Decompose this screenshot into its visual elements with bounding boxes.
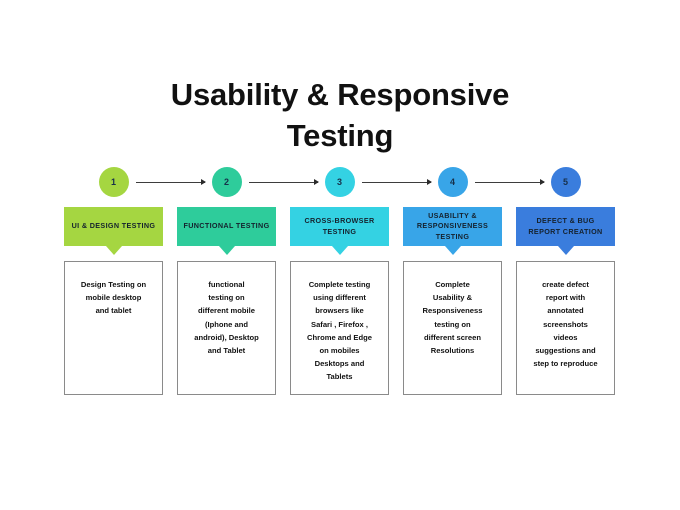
step-content-text: Design Testing on mobile desktop and tab… [80,280,147,316]
step-content-text: Complete Usability & Responsiveness test… [422,280,483,356]
arrow-head-icon [426,179,432,185]
step-number-4: 4 [437,167,468,197]
step-number-label: 4 [449,177,455,187]
step-header-2: FUNCTIONAL TESTING [177,207,276,255]
step-header-4: USABILITY & RESPONSIVENESS TESTING [403,207,502,255]
arrow-shaft [474,181,544,183]
banner-pointer-icon [218,246,235,255]
step-content-box-4: Complete Usability & Responsiveness test… [403,261,502,395]
arrow-shaft [248,181,318,183]
step-number-row: 1 2 3 4 5 [64,167,616,201]
arrow-2-to-3 [248,179,319,185]
step-number-label: 2 [223,177,229,187]
banner-pointer-icon [105,246,122,255]
arrow-shaft [361,181,431,183]
arrow-shaft [135,181,205,183]
step-number-2: 2 [211,167,242,197]
step-number-label: 5 [562,177,568,187]
diagram-canvas: Usability & Responsive Testing 1 2 3 4 5 UI … [0,0,680,510]
banner-pointer-icon [331,246,348,255]
step-content-box-2: functional testing on different mobile (… [177,261,276,395]
step-number-1: 1 [98,167,129,197]
step-header-label: CROSS-BROWSER TESTING [304,216,375,236]
banner-pointer-icon [557,246,574,255]
step-number-label: 3 [336,177,342,187]
step-header-5: DEFECT & BUG REPORT CREATION [516,207,615,255]
step-header-label: UI & DESIGN TESTING [71,221,156,231]
step-content-text: functional testing on different mobile (… [194,280,259,356]
step-header-label: USABILITY & RESPONSIVENESS TESTING [416,210,489,241]
step-number-3: 3 [324,167,355,197]
arrow-head-icon [200,179,206,185]
page-title: Usability & Responsive Testing [170,77,510,153]
step-number-5: 5 [550,167,581,197]
step-content-text: create defect report with annotated scre… [533,280,598,369]
step-number-label: 1 [110,177,116,187]
step-content-box-3: Complete testing using different browser… [290,261,389,395]
arrow-3-to-4 [361,179,432,185]
arrow-1-to-2 [135,179,206,185]
step-header-1: UI & DESIGN TESTING [64,207,163,255]
arrow-head-icon [539,179,545,185]
arrow-head-icon [313,179,319,185]
arrow-4-to-5 [474,179,545,185]
step-content-box-1: Design Testing on mobile desktop and tab… [64,261,163,395]
step-header-label: DEFECT & BUG REPORT CREATION [528,216,603,236]
step-header-label: FUNCTIONAL TESTING [183,221,270,231]
banner-pointer-icon [444,246,461,255]
step-content-text: Complete testing using different browser… [307,280,372,382]
step-content-box-5: create defect report with annotated scre… [516,261,615,395]
step-header-3: CROSS-BROWSER TESTING [290,207,389,255]
